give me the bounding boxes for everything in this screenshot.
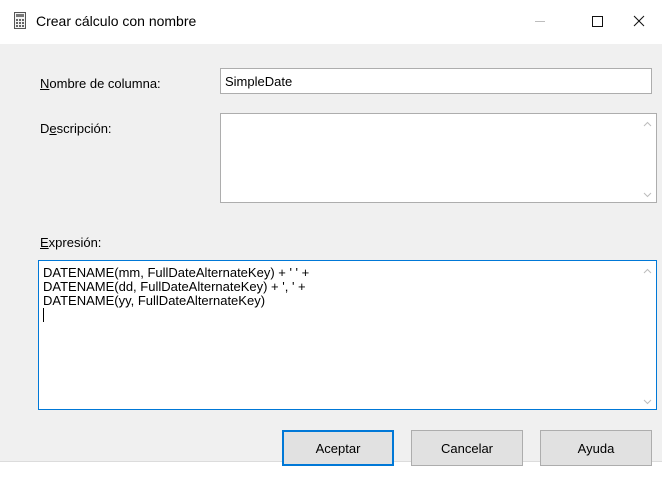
scroll-up-button[interactable] [639, 114, 656, 131]
minimize-icon [534, 15, 546, 30]
scroll-up-button[interactable] [639, 261, 656, 278]
column-name-label: Nombre de columna: [40, 76, 161, 91]
expression-line: DATENAME(dd, FullDateAlternateKey) + ', … [43, 279, 306, 294]
expression-line: DATENAME(mm, FullDateAlternateKey) + ' '… [43, 265, 310, 280]
maximize-icon [591, 15, 603, 30]
chevron-down-icon [643, 186, 652, 201]
ok-button[interactable]: Aceptar [282, 430, 394, 466]
expression-scrollbar[interactable] [639, 261, 656, 409]
description-label: Descripción: [40, 121, 112, 136]
title-bar: Crear cálculo con nombre [0, 0, 662, 44]
chevron-up-icon [643, 262, 652, 277]
expression-label: Expresión: [40, 235, 102, 250]
description-scrollbar[interactable] [639, 114, 656, 202]
close-button[interactable] [616, 0, 662, 44]
cancel-button[interactable]: Cancelar [411, 430, 523, 466]
text-caret [43, 308, 44, 322]
text-caret-line [43, 308, 635, 322]
help-button[interactable]: Ayuda [540, 430, 652, 466]
description-text[interactable] [221, 114, 639, 202]
expression-field[interactable]: DATENAME(mm, FullDateAlternateKey) + ' '… [38, 260, 657, 410]
maximize-button[interactable] [574, 0, 620, 44]
column-name-input[interactable] [221, 69, 651, 93]
description-field[interactable] [220, 113, 657, 203]
chevron-down-icon [643, 393, 652, 408]
window-title: Crear cálculo con nombre [36, 13, 197, 29]
expression-line: DATENAME(yy, FullDateAlternateKey) [43, 293, 266, 308]
scroll-down-button[interactable] [639, 392, 656, 409]
chevron-up-icon [643, 115, 652, 130]
expression-editor[interactable]: DATENAME(mm, FullDateAlternateKey) + ' '… [39, 261, 639, 409]
close-icon [633, 15, 645, 30]
dialog-window: Crear cálculo con nombre Nombre de colum… [0, 0, 662, 466]
column-name-field[interactable] [220, 68, 652, 94]
scroll-down-button[interactable] [639, 185, 656, 202]
minimize-button[interactable] [517, 0, 563, 44]
calculator-icon [14, 12, 26, 29]
